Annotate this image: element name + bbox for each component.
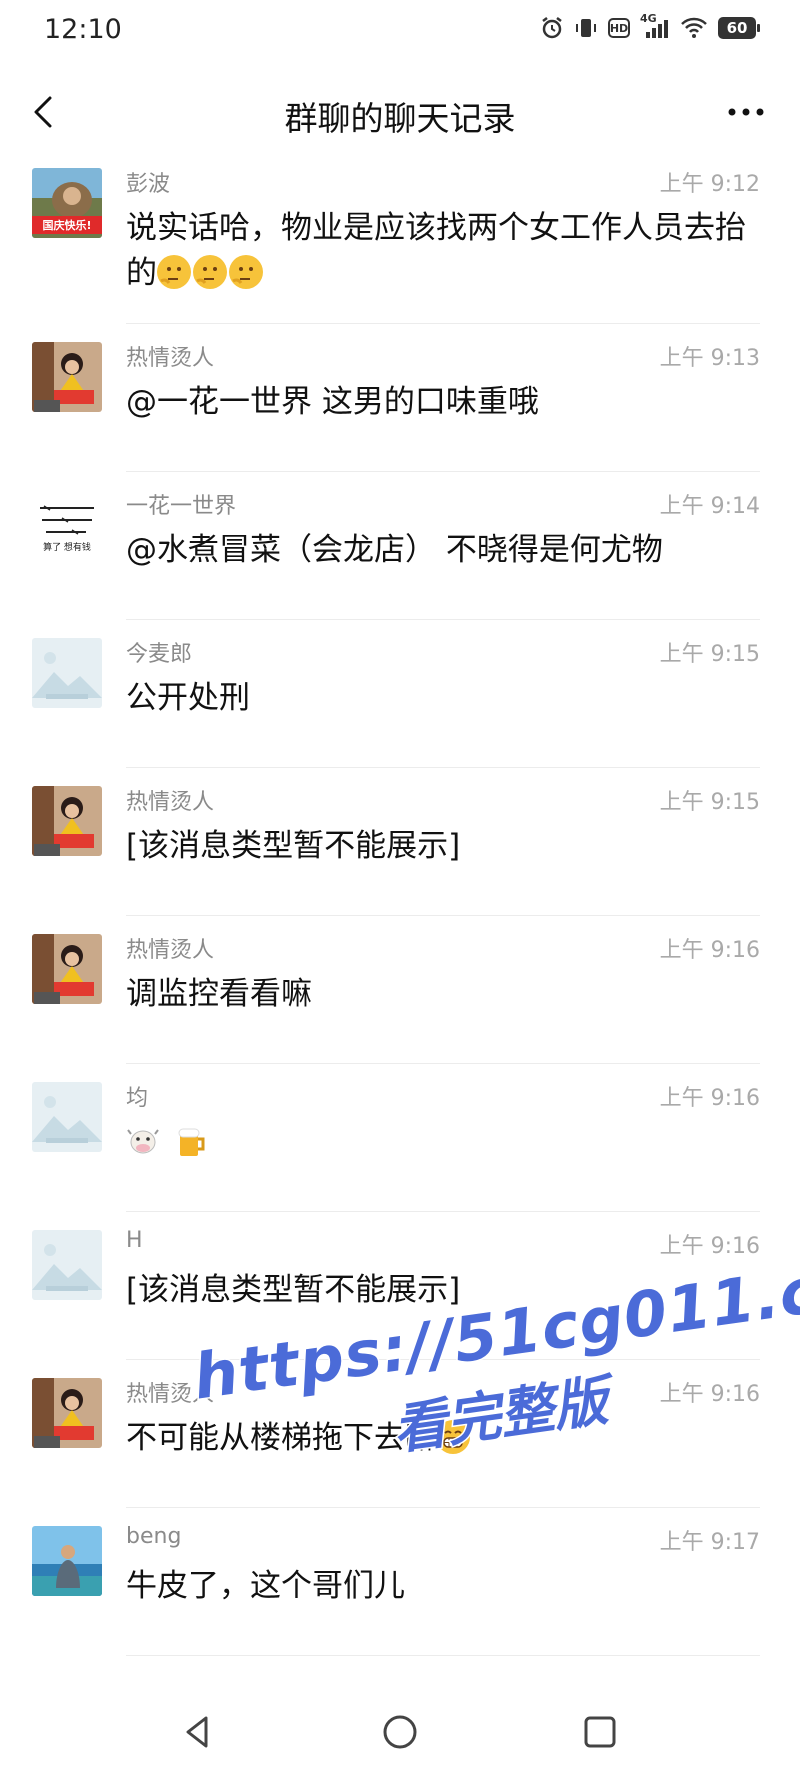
avatar[interactable] [32, 342, 102, 412]
page-title: 群聊的聊天记录 [284, 99, 516, 138]
circle-home-icon [383, 1715, 417, 1749]
placeholder-avatar [32, 1082, 102, 1152]
message-text: @水煮冒菜（会龙店） 不晓得是何尤物 [126, 532, 663, 568]
more-options-button[interactable] [722, 90, 770, 134]
grinning-emoji-icon [436, 1420, 470, 1454]
chat-message[interactable]: 国庆快乐! 彭波 上午 9:12 说实话哈，物业是应该找两个女工作人员去抬的 [0, 150, 800, 324]
photo-avatar-person [32, 786, 102, 856]
avatar[interactable] [32, 1082, 102, 1152]
chat-message[interactable]: 热情烫人 上午 9:16 不可能从楼梯拖下去嘛 [0, 1360, 800, 1508]
photo-avatar-sea [32, 1526, 102, 1596]
message-body: 不可能从楼梯拖下去嘛 [126, 1420, 436, 1456]
message-time: 上午 9:12 [659, 172, 760, 197]
status-icons: HD 4G 60 [540, 12, 760, 40]
message-text: @一花一世界 这男的口味重哦 [126, 384, 539, 420]
message-text: [该消息类型暂不能展示] [126, 1272, 461, 1308]
message-text: 公开处刑 [126, 680, 250, 716]
message-text: 牛皮了，这个哥们儿 [126, 1568, 405, 1604]
chat-message[interactable]: 热情烫人 上午 9:16 调监控看看嘛 [0, 916, 800, 1064]
avatar[interactable] [32, 786, 102, 856]
avatar-caption: 国庆快乐! [42, 218, 91, 232]
avatar[interactable] [32, 1378, 102, 1448]
alarm-icon [540, 16, 564, 40]
avatar[interactable] [32, 934, 102, 1004]
avatar-caption: 算了 想有钱 [43, 541, 91, 553]
message-text: 调监控看看嘛 [126, 976, 312, 1012]
placeholder-avatar [32, 638, 102, 708]
beer-emoji-icon [174, 1124, 208, 1171]
more-dots-icon [728, 108, 764, 116]
chat-message[interactable]: 今麦郎 上午 9:15 公开处刑 [0, 620, 800, 768]
message-time: 上午 9:15 [659, 642, 760, 667]
status-bar: 12:10 HD 4G 60 [0, 0, 800, 62]
avatar[interactable] [32, 1230, 102, 1300]
hd-badge: HD [608, 18, 630, 38]
text-avatar: 算了 想有钱 [32, 490, 102, 560]
chat-message[interactable]: H 上午 9:16 [该消息类型暂不能展示] [0, 1212, 800, 1360]
message-time: 上午 9:16 [659, 1234, 760, 1259]
status-time: 12:10 [44, 14, 122, 45]
thinking-emoji-icon [229, 255, 263, 289]
message-text: 说实话哈，物业是应该找两个女工作人员去抬的 [126, 206, 756, 296]
sender-name: 热情烫人 [126, 938, 215, 963]
system-back-button[interactable] [176, 1710, 220, 1754]
divider [126, 1655, 760, 1656]
sender-name: beng [126, 1524, 182, 1549]
thinking-emoji-icon [157, 255, 191, 289]
message-time: 上午 9:13 [659, 346, 760, 371]
chat-message[interactable]: beng 上午 9:17 牛皮了，这个哥们儿 [0, 1508, 800, 1656]
sender-name: 热情烫人 [126, 790, 215, 815]
vibrate-icon [574, 16, 598, 40]
message-text: [该消息类型暂不能展示] [126, 828, 461, 864]
photo-avatar-holiday: 国庆快乐! [32, 168, 102, 238]
battery-icon: 60 [718, 17, 760, 39]
avatar[interactable]: 算了 想有钱 [32, 490, 102, 560]
system-nav-bar [0, 1690, 800, 1784]
message-time: 上午 9:17 [659, 1530, 760, 1555]
square-recents-icon [584, 1716, 616, 1748]
avatar[interactable]: 国庆快乐! [32, 168, 102, 238]
message-text: 不可能从楼梯拖下去嘛 [126, 1416, 756, 1461]
chat-message[interactable]: 均 上午 9:16 [0, 1064, 800, 1212]
system-recents-button[interactable] [578, 1710, 622, 1754]
triangle-back-icon [186, 1716, 208, 1748]
sender-name: 一花一世界 [126, 494, 237, 519]
message-text [126, 1120, 756, 1171]
cow-emoji-icon [126, 1124, 160, 1171]
thinking-emoji-icon [193, 255, 227, 289]
avatar[interactable] [32, 1526, 102, 1596]
sender-name: 均 [126, 1086, 149, 1111]
chat-message[interactable]: 算了 想有钱 一花一世界 上午 9:14 @水煮冒菜（会龙店） 不晓得是何尤物 [0, 472, 800, 620]
photo-avatar-person [32, 934, 102, 1004]
wifi-icon [680, 17, 708, 39]
message-time: 上午 9:15 [659, 790, 760, 815]
photo-avatar-person [32, 1378, 102, 1448]
chat-message[interactable]: 热情烫人 上午 9:13 @一花一世界 这男的口味重哦 [0, 324, 800, 472]
sender-name: 彭波 [126, 172, 171, 197]
sender-name: 今麦郎 [126, 642, 193, 667]
system-home-button[interactable] [378, 1710, 422, 1754]
chat-message[interactable]: 热情烫人 上午 9:15 [该消息类型暂不能展示] [0, 768, 800, 916]
photo-avatar-person [32, 342, 102, 412]
sender-name: H [126, 1228, 143, 1253]
placeholder-avatar [32, 1230, 102, 1300]
header: 群聊的聊天记录 [0, 72, 800, 152]
message-time: 上午 9:16 [659, 1382, 760, 1407]
cellular-signal-icon: 4G [640, 12, 670, 40]
message-time: 上午 9:14 [659, 494, 760, 519]
message-time: 上午 9:16 [659, 1086, 760, 1111]
chat-history-list: 国庆快乐! 彭波 上午 9:12 说实话哈，物业是应该找两个女工作人员去抬的 热… [0, 150, 800, 1656]
message-time: 上午 9:16 [659, 938, 760, 963]
sender-name: 热情烫人 [126, 1382, 215, 1407]
sender-name: 热情烫人 [126, 346, 215, 371]
avatar[interactable] [32, 638, 102, 708]
